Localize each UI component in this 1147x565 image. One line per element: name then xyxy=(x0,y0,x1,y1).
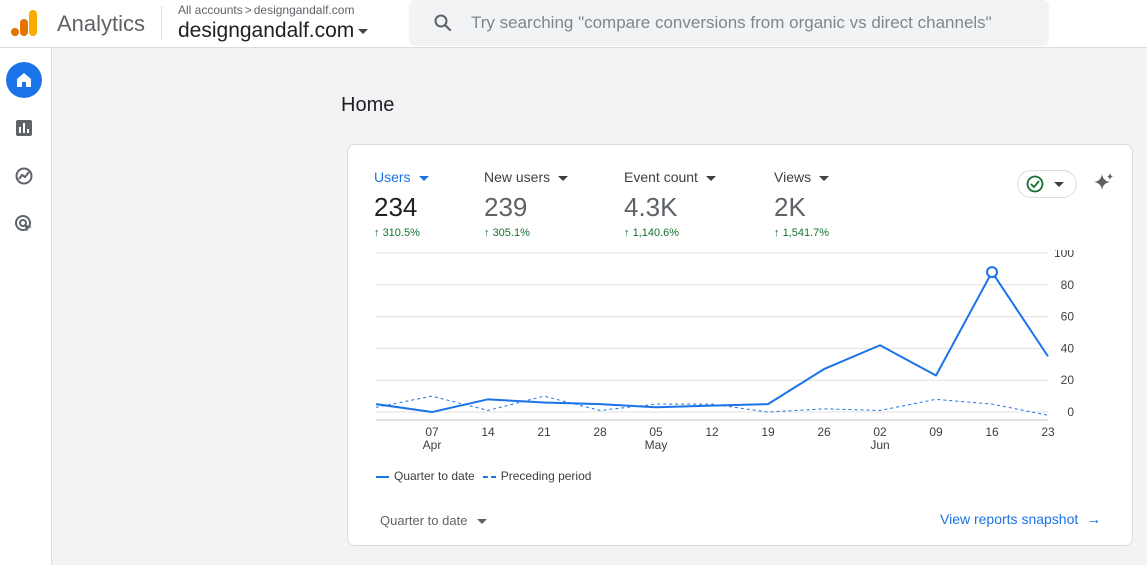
metric-users[interactable]: Users 234 ↑ 310.5% xyxy=(374,169,429,239)
metric-label[interactable]: Views xyxy=(774,169,830,185)
x-tick-label: 07 xyxy=(425,425,439,439)
sidebar-item-advertising[interactable] xyxy=(6,206,42,242)
legend-swatch-solid xyxy=(376,475,389,478)
quarter-to-date-line xyxy=(375,271,1049,414)
metric-label[interactable]: Event count xyxy=(624,169,716,185)
chevron-down-icon xyxy=(358,28,369,34)
x-tick-label: 26 xyxy=(817,425,831,439)
breadcrumb-root[interactable]: All accounts xyxy=(178,3,243,17)
x-tick-month-label: Apr xyxy=(423,438,442,452)
y-tick-label: 100 xyxy=(1054,250,1074,260)
advertising-icon xyxy=(15,215,32,232)
arrow-up-icon: ↑ xyxy=(484,227,490,239)
property-name: designgandalf.com xyxy=(178,19,355,42)
chevron-down-icon xyxy=(705,175,716,181)
date-range-selector[interactable]: Quarter to date xyxy=(380,513,488,528)
page-title: Home xyxy=(341,94,395,116)
chevron-down-icon xyxy=(1054,181,1064,187)
overview-card: Users 234 ↑ 310.5% New users 239 ↑ 305.1… xyxy=(347,144,1133,546)
y-tick-label: 80 xyxy=(1061,278,1075,292)
chevron-down-icon xyxy=(418,175,429,181)
arrow-right-icon: → xyxy=(1086,511,1102,528)
metric-label[interactable]: New users xyxy=(484,169,569,185)
breadcrumb-account[interactable]: designgandalf.com xyxy=(254,3,355,17)
property-selector[interactable]: designgandalf.com xyxy=(178,19,369,43)
metric-views[interactable]: Views 2K ↑ 1,541.7% xyxy=(774,169,830,239)
metric-new-users[interactable]: New users 239 ↑ 305.1% xyxy=(484,169,569,239)
metric-event-count[interactable]: Event count 4.3K ↑ 1,140.6% xyxy=(624,169,716,239)
x-tick-label: 09 xyxy=(929,425,943,439)
metric-change: ↑ 1,541.7% xyxy=(774,227,830,239)
highlight-point xyxy=(986,266,998,279)
y-tick-label: 40 xyxy=(1061,341,1075,355)
legend-item-previous: Preceding period xyxy=(482,469,591,483)
arrow-up-icon: ↑ xyxy=(374,227,380,239)
metric-change: ↑ 1,140.6% xyxy=(624,227,680,239)
explore-icon xyxy=(15,167,33,185)
x-tick-label: 02 xyxy=(873,425,887,439)
legend-item-current: Quarter to date xyxy=(376,469,475,483)
home-icon xyxy=(17,73,31,87)
metric-change: ↑ 310.5% xyxy=(374,227,420,239)
legend-swatch-dashed xyxy=(482,475,496,478)
breadcrumb[interactable]: All accounts > designgandalf.com xyxy=(178,3,354,17)
metric-value: 239 xyxy=(484,192,528,222)
x-tick-label: 23 xyxy=(1041,425,1055,439)
y-tick-label: 0 xyxy=(1067,405,1074,419)
y-tick-label: 60 xyxy=(1061,310,1075,324)
x-tick-label: 16 xyxy=(985,425,999,439)
y-tick-label: 20 xyxy=(1061,373,1075,387)
x-tick-label: 21 xyxy=(537,425,551,439)
app-name: Analytics xyxy=(57,11,146,36)
comparison-button[interactable] xyxy=(1017,170,1077,198)
x-tick-label: 19 xyxy=(761,425,775,439)
search-bar[interactable] xyxy=(409,0,1049,46)
metric-value: 234 xyxy=(374,192,418,222)
metric-change: ↑ 305.1% xyxy=(484,227,530,239)
x-tick-label: 28 xyxy=(593,425,607,439)
sidebar-item-explore[interactable] xyxy=(6,158,42,194)
sidebar xyxy=(0,48,52,565)
check-circle-icon xyxy=(1026,175,1044,193)
view-reports-snapshot-link[interactable]: View reports snapshot → xyxy=(940,511,1101,528)
sparkle-insights-icon[interactable] xyxy=(1092,171,1116,195)
chevron-down-icon xyxy=(477,519,488,525)
search-input[interactable] xyxy=(471,10,1031,36)
top-bar: Analytics All accounts > designgandalf.com… xyxy=(0,0,1147,48)
chevron-down-icon xyxy=(819,175,830,181)
analytics-logo-icon[interactable] xyxy=(10,8,40,38)
line-chart: 0 20 40 60 80 100 07Apr 14 21 28 05May 12 19 26 02Jun 0… xyxy=(375,250,1075,452)
x-tick-month-label: Jun xyxy=(870,438,889,452)
metric-value: 4.3K xyxy=(624,192,678,222)
header-divider xyxy=(161,6,162,40)
x-tick-label: 12 xyxy=(705,425,719,439)
sidebar-item-reports[interactable] xyxy=(6,110,42,146)
sidebar-item-home[interactable] xyxy=(6,62,42,98)
search-icon xyxy=(434,14,452,32)
x-tick-month-label: May xyxy=(645,438,668,452)
x-tick-label: 05 xyxy=(649,425,663,439)
x-tick-label: 14 xyxy=(481,425,495,439)
chevron-down-icon xyxy=(558,175,569,181)
arrow-up-icon: ↑ xyxy=(774,227,780,239)
metric-label[interactable]: Users xyxy=(374,169,429,185)
metric-value: 2K xyxy=(774,192,806,222)
breadcrumb-separator: > xyxy=(244,3,252,17)
chart-legend: Quarter to date Preceding period xyxy=(376,469,591,483)
arrow-up-icon: ↑ xyxy=(624,227,630,239)
reports-icon xyxy=(16,120,32,136)
